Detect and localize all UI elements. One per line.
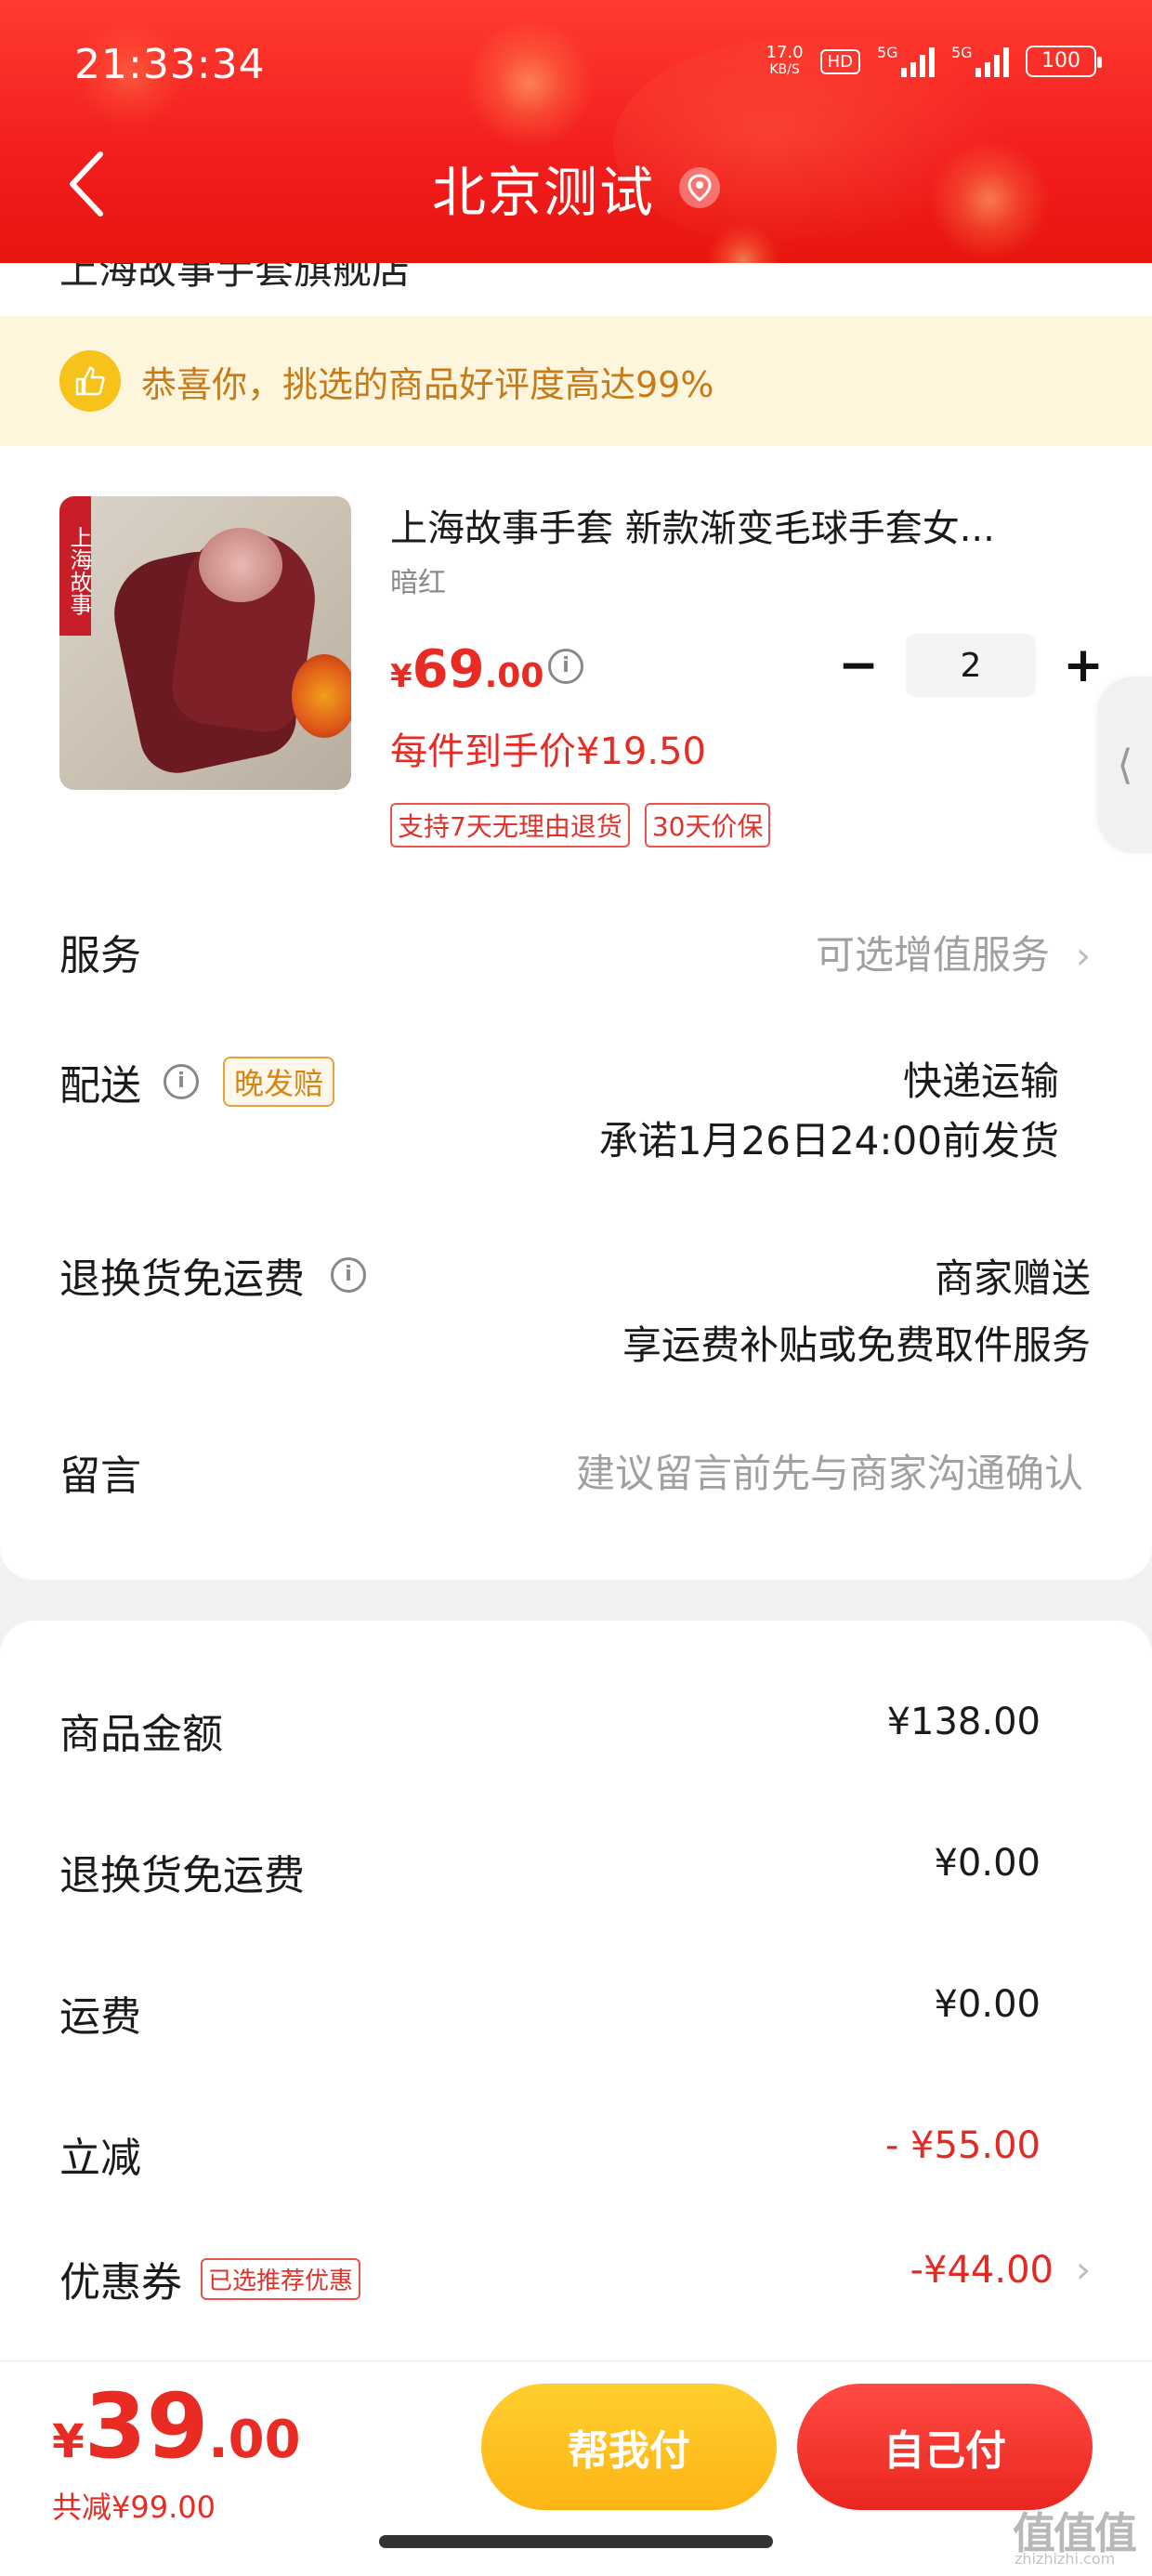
rating-banner: 恭喜你，挑选的商品好评度高达99% [0, 316, 1152, 446]
shipping-fee-label: 运费 [59, 1993, 141, 2041]
header-title-row: 北京测试 [0, 149, 1152, 227]
service-value: 可选增值服务 [815, 932, 1050, 978]
product-variant[interactable]: 暗红 [390, 559, 446, 600]
delivery-promise: 承诺1月26日24:00前发货 [598, 1118, 1059, 1163]
info-icon[interactable]: i [164, 1064, 199, 1099]
quantity-stepper: − 2 + [836, 632, 1106, 699]
brand-logo: 上海故事 [59, 496, 92, 636]
coupon-badge: 已选推荐优惠 [201, 2257, 361, 2300]
return-fee-row: 退换货免运费 ¥0.00 [59, 1842, 1041, 1899]
coupon-value: -¥44.00 [910, 2249, 1054, 2292]
return-shipping-value: 商家赠送 [934, 1255, 1091, 1301]
delivery-row[interactable]: 配送 i 晚发赔 快递运输 承诺1月26日24:00前发货 [59, 1052, 1091, 1173]
store-header[interactable]: 上海故事手套旗舰店 [0, 263, 1152, 319]
late-compensation-badge: 晚发赔 [223, 1057, 335, 1107]
help-pay-button[interactable]: 帮我付 [481, 2384, 777, 2510]
status-icons: 17.0 KB/S HD 5G 5G 100 [766, 43, 1102, 78]
minus-button[interactable]: − [836, 637, 881, 693]
message-input[interactable]: 建议留言前先与商家沟通确认 [576, 1451, 1083, 1496]
message-row: 留言 建议留言前先与商家沟通确认 [59, 1442, 1091, 1507]
product-tags: 支持7天无理由退货 30天价保 [390, 803, 771, 848]
banner-text: 恭喜你，挑选的商品好评度高达99% [141, 363, 714, 405]
store-name: 上海故事手套旗舰店 [59, 263, 412, 293]
chevron-right-icon: › [1076, 2249, 1091, 2292]
quantity-value[interactable]: 2 [906, 634, 1036, 697]
goods-amount-value: ¥138.00 [886, 1701, 1041, 1743]
total-saved: 共减¥99.00 [52, 2490, 216, 2525]
return-shipping-label: 退换货免运费 [59, 1255, 305, 1303]
home-indicator[interactable] [379, 2535, 773, 2548]
signal-icon: 5G [951, 44, 1009, 77]
price-protect-badge: 30天价保 [644, 803, 771, 848]
price-summary-card: 商品金额 ¥138.00 退换货免运费 ¥0.00 运费 ¥0.00 立减 - … [0, 1621, 1152, 2364]
return-fee-value: ¥0.00 [934, 1842, 1041, 1885]
status-time: 21:33:34 [74, 41, 266, 88]
location-pin-icon[interactable] [679, 167, 720, 208]
coupon-row[interactable]: 优惠券 已选推荐优惠 -¥44.00 › [59, 2249, 1091, 2307]
info-icon[interactable]: i [331, 1257, 366, 1293]
discount-row: 立减 - ¥55.00 [59, 2124, 1041, 2182]
service-row[interactable]: 服务 可选增值服务 › [59, 922, 1091, 987]
info-icon[interactable]: i [548, 649, 583, 684]
page-title[interactable]: 北京测试 [432, 149, 655, 227]
watermark-url: zhizhizhi.com [1015, 2550, 1116, 2568]
signal-icon: 5G [877, 44, 935, 77]
shipping-fee-row: 运费 ¥0.00 [59, 1983, 1041, 2041]
return-shipping-row[interactable]: 退换货免运费 i 商家赠送 享运费补贴或免费取件服务 [59, 1245, 1091, 1375]
product-price: ¥69.00 [390, 639, 544, 700]
coupon-label: 优惠券 [59, 2259, 182, 2307]
self-pay-button[interactable]: 自己付 [797, 2384, 1093, 2510]
product-image[interactable]: 上海故事 [59, 496, 351, 790]
side-drawer-handle[interactable]: ⟨ [1098, 677, 1152, 853]
order-item-card: 上海故事 上海故事手套 新款渐变毛球手套女... 暗红 ¥69.00 i − 2… [0, 446, 1152, 1580]
total-price: ¥39.00 [52, 2374, 301, 2478]
shipping-fee-value: ¥0.00 [934, 1983, 1041, 2026]
hd-icon: HD [819, 48, 860, 74]
thumbs-up-icon [59, 350, 121, 412]
delivery-label: 配送 [59, 1062, 141, 1110]
firework-decoration [465, 19, 595, 149]
plus-button[interactable]: + [1061, 637, 1106, 693]
unit-price: 每件到手价¥19.50 [390, 730, 706, 773]
chevron-right-icon: › [1076, 935, 1091, 978]
battery-icon: 100 [1026, 46, 1102, 77]
delivery-method: 快递运输 [902, 1058, 1059, 1104]
product-title[interactable]: 上海故事手套 新款渐变毛球手套女... [390, 498, 1096, 552]
network-speed: 17.0 KB/S [766, 43, 804, 78]
return-fee-label: 退换货免运费 [59, 1852, 305, 1899]
goods-amount-row: 商品金额 ¥138.00 [59, 1701, 1041, 1758]
discount-value: - ¥55.00 [884, 2124, 1041, 2167]
header: 21:33:34 17.0 KB/S HD 5G 5G 100 北京测试 [0, 0, 1152, 263]
return-shipping-desc: 享运费补贴或免费取件服务 [622, 1322, 1091, 1368]
return-policy-badge: 支持7天无理由退货 [390, 803, 630, 848]
